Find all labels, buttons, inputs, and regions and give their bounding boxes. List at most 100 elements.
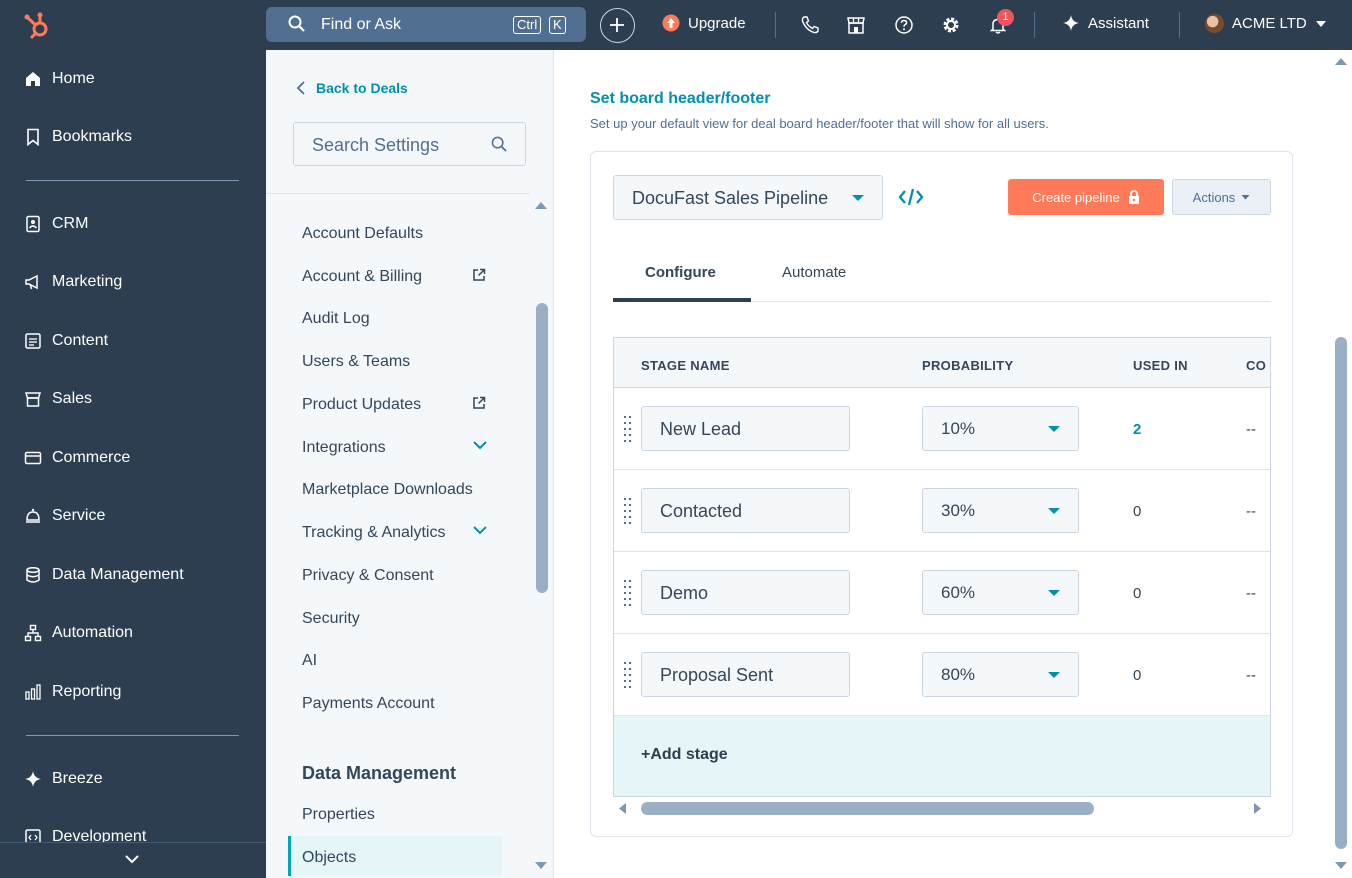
- scroll-down-arrow-icon[interactable]: [1334, 861, 1348, 871]
- settings-item-label: Integrations: [302, 439, 386, 456]
- automation-icon: [24, 624, 42, 642]
- table-horizontal-scrollbar[interactable]: [613, 799, 1271, 817]
- caret-down-icon: [1048, 508, 1060, 514]
- assistant-button[interactable]: Assistant: [1062, 14, 1149, 32]
- nav-item-crm[interactable]: CRM: [24, 215, 88, 233]
- nav-item-automation[interactable]: Automation: [24, 624, 133, 642]
- section-title[interactable]: Set board header/footer: [590, 90, 770, 108]
- used-in-count-link[interactable]: 2: [1133, 421, 1141, 438]
- phone-icon[interactable]: [800, 15, 820, 35]
- upgrade-arrow-icon: [662, 14, 680, 32]
- settings-item-marketplace-downloads[interactable]: Marketplace Downloads: [302, 481, 473, 499]
- settings-item-account-defaults[interactable]: Account Defaults: [302, 225, 423, 243]
- nav-item-reporting[interactable]: Reporting: [24, 683, 121, 701]
- probability-select[interactable]: 60%: [922, 570, 1079, 615]
- settings-item-tracking-analytics[interactable]: Tracking & Analytics: [302, 524, 487, 542]
- probability-select[interactable]: 30%: [922, 488, 1079, 533]
- active-tab-indicator: [613, 298, 751, 302]
- settings-item-product-updates[interactable]: Product Updates: [302, 396, 486, 414]
- nav-item-marketing[interactable]: Marketing: [24, 273, 122, 291]
- scroll-up-arrow-icon[interactable]: [534, 200, 548, 210]
- nav-item-content[interactable]: Content: [24, 332, 108, 350]
- pipeline-select[interactable]: DocuFast Sales Pipeline: [613, 175, 883, 220]
- create-pipeline-button[interactable]: Create pipeline: [1008, 179, 1164, 215]
- settings-item-integrations[interactable]: Integrations: [302, 439, 487, 457]
- probability-select[interactable]: 10%: [922, 406, 1079, 451]
- stage-name-input[interactable]: New Lead: [641, 406, 850, 451]
- settings-item-privacy-consent[interactable]: Privacy & Consent: [302, 567, 434, 585]
- global-search[interactable]: Find or Ask Ctrl K: [266, 7, 586, 42]
- drag-handle-icon[interactable]: [624, 416, 632, 442]
- settings-item-label: Security: [302, 610, 360, 627]
- stage-name-input[interactable]: Demo: [641, 570, 850, 615]
- nav-item-data-management[interactable]: Data Management: [24, 566, 184, 584]
- main-scrollbar-thumb[interactable]: [1335, 337, 1347, 849]
- extra-column-value: --: [1246, 667, 1256, 684]
- stage-name-input[interactable]: Contacted: [641, 488, 850, 533]
- back-to-deals-link[interactable]: Back to Deals: [296, 80, 408, 96]
- embed-code-icon[interactable]: [898, 186, 924, 208]
- scroll-right-arrow-icon[interactable]: [1253, 802, 1263, 815]
- drag-handle-icon[interactable]: [624, 498, 632, 524]
- caret-down-icon: [1048, 672, 1060, 678]
- scroll-down-arrow-icon[interactable]: [534, 861, 548, 871]
- settings-item-users-teams[interactable]: Users & Teams: [302, 353, 410, 371]
- settings-item-ai[interactable]: AI: [302, 652, 317, 670]
- nav-item-commerce[interactable]: Commerce: [24, 449, 130, 467]
- help-icon[interactable]: [894, 15, 914, 35]
- create-pipeline-label: Create pipeline: [1032, 189, 1120, 205]
- external-link-icon: [473, 268, 486, 281]
- stage-name-value: Contacted: [660, 501, 743, 521]
- probability-value: 30%: [941, 501, 976, 520]
- nav-item-breeze[interactable]: Breeze: [24, 770, 103, 788]
- account-menu[interactable]: ACME LTD: [1205, 14, 1327, 33]
- nav-item-home[interactable]: Home: [24, 70, 95, 88]
- settings-scrollbar-thumb[interactable]: [536, 303, 548, 593]
- main-navigation: Home Bookmarks CRM Marketing Content Sal…: [0, 50, 266, 878]
- scroll-left-arrow-icon[interactable]: [617, 802, 627, 815]
- nav-item-service[interactable]: Service: [24, 507, 105, 525]
- chevron-down-icon: [473, 526, 487, 535]
- add-stage-button[interactable]: +Add stage: [641, 746, 728, 764]
- scroll-up-arrow-icon[interactable]: [1334, 56, 1348, 66]
- drag-handle-icon[interactable]: [624, 580, 632, 606]
- stage-name-input[interactable]: Proposal Sent: [641, 652, 850, 697]
- settings-gear-icon[interactable]: [941, 15, 961, 35]
- settings-item-properties[interactable]: Properties: [302, 806, 375, 824]
- column-header-used-in: USED IN: [1133, 358, 1188, 373]
- nav-label-marketing: Marketing: [52, 273, 123, 290]
- drag-handle-icon[interactable]: [624, 662, 632, 688]
- hubspot-logo-icon[interactable]: [22, 10, 52, 40]
- nav-item-bookmarks[interactable]: Bookmarks: [24, 128, 132, 146]
- top-bar: Find or Ask Ctrl K Upgrade 1 Assistant A…: [0, 0, 1352, 50]
- actions-dropdown-button[interactable]: Actions: [1172, 179, 1271, 215]
- create-new-button[interactable]: [600, 8, 635, 43]
- nav-item-sales[interactable]: Sales: [24, 390, 92, 408]
- probability-select[interactable]: 80%: [922, 652, 1079, 697]
- nav-label-sales: Sales: [52, 390, 93, 407]
- horizontal-scrollbar-thumb[interactable]: [641, 802, 1094, 815]
- column-header-stage-name: STAGE NAME: [641, 358, 730, 373]
- settings-item-objects[interactable]: Objects: [302, 849, 356, 867]
- pipeline-card: DocuFast Sales Pipeline Create pipeline …: [590, 151, 1293, 837]
- caret-down-icon: [1048, 426, 1060, 432]
- settings-sidebar: Back to Deals Search Settings Account De…: [266, 50, 554, 878]
- stages-table: STAGE NAME PROBABILITY USED IN CO New Le…: [613, 337, 1271, 797]
- settings-item-label: Objects: [302, 849, 357, 866]
- stage-name-value: New Lead: [660, 419, 742, 439]
- upgrade-button[interactable]: Upgrade: [662, 14, 746, 32]
- sparkle-icon: [1063, 15, 1079, 31]
- section-subtitle: Set up your default view for deal board …: [590, 116, 1049, 131]
- settings-search-input[interactable]: Search Settings: [293, 122, 526, 166]
- nav-collapse-bar[interactable]: [0, 842, 266, 878]
- settings-item-security[interactable]: Security: [302, 610, 360, 628]
- settings-item-payments-account[interactable]: Payments Account: [302, 695, 435, 713]
- main-content: Set board header/footer Set up your defa…: [554, 50, 1352, 878]
- plus-icon: [610, 18, 624, 32]
- marketplace-icon[interactable]: [846, 15, 866, 35]
- settings-item-account-billing[interactable]: Account & Billing: [302, 268, 486, 286]
- tab-automate[interactable]: Automate: [782, 264, 846, 281]
- tab-configure[interactable]: Configure: [645, 264, 716, 281]
- caret-down-icon: [1241, 195, 1250, 200]
- settings-item-audit-log[interactable]: Audit Log: [302, 310, 370, 328]
